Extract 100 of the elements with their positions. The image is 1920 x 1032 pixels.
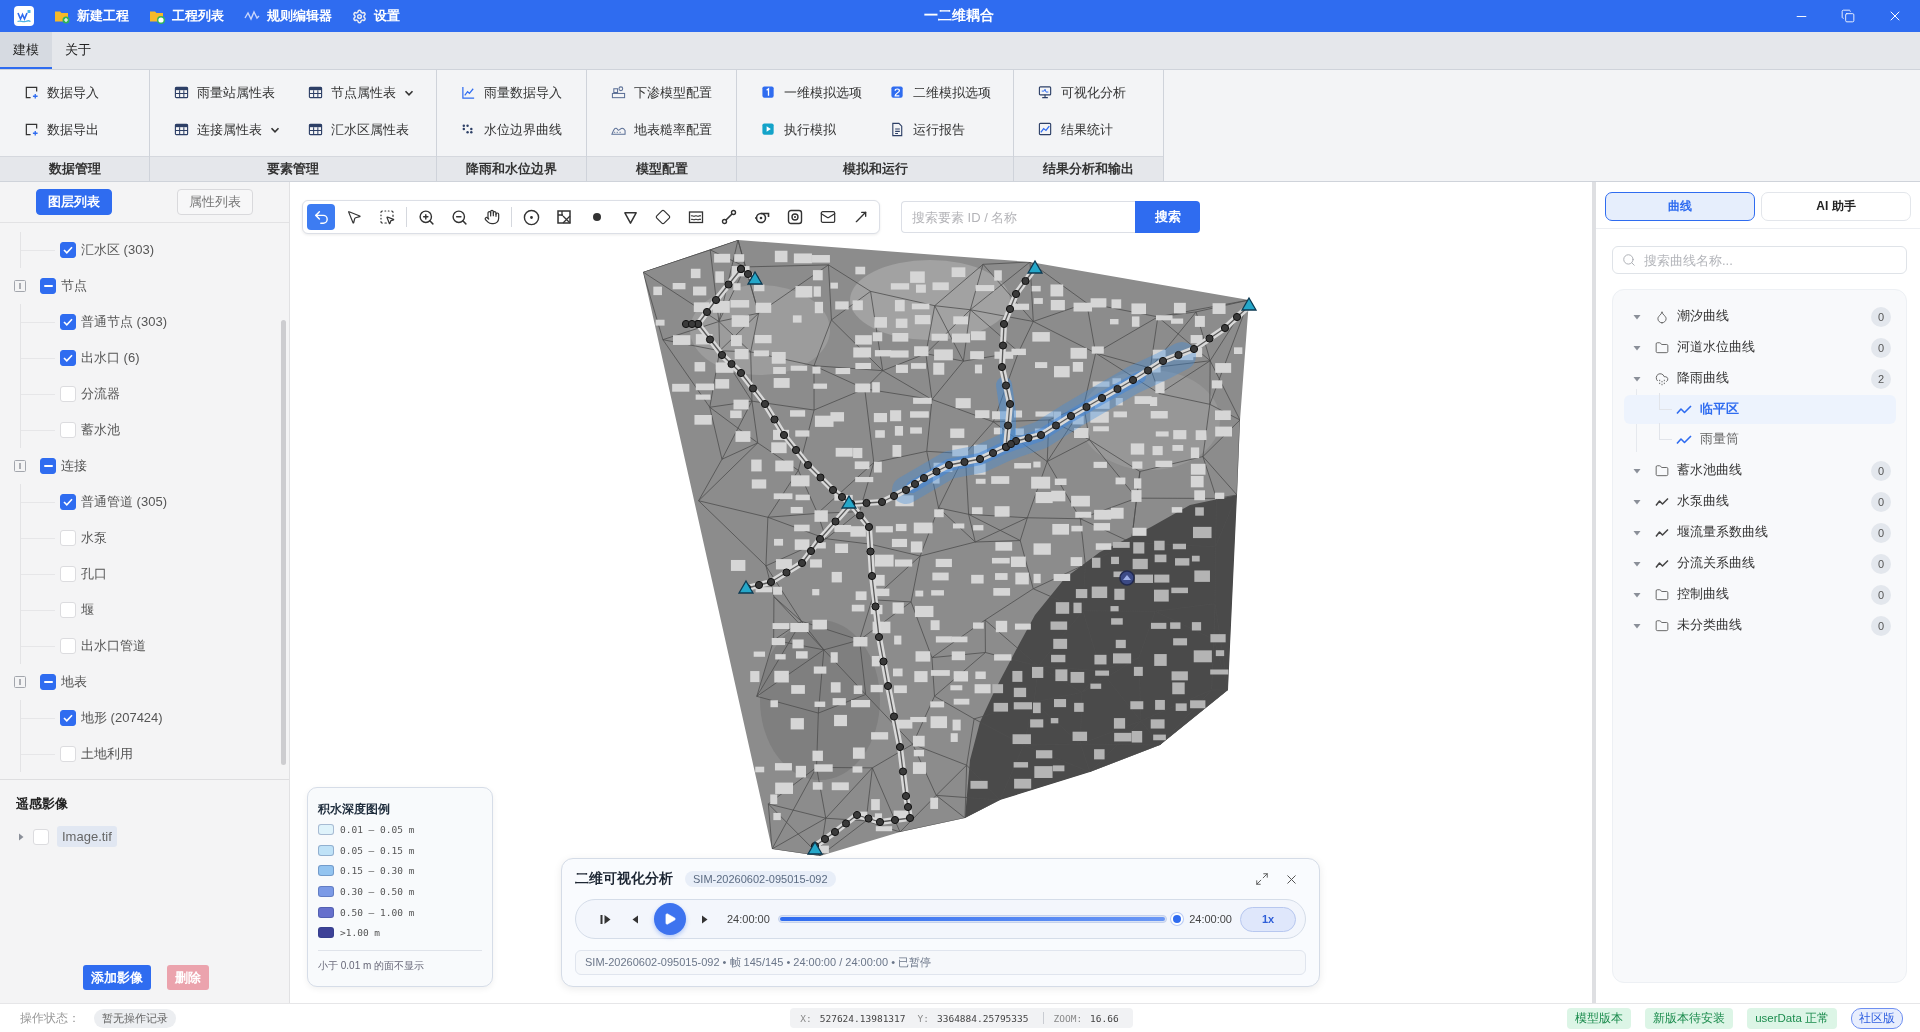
curve-category-label[interactable]: 控制曲线 <box>1677 586 1871 603</box>
caret-down-icon[interactable] <box>1633 497 1641 506</box>
caret-down-icon[interactable] <box>1633 559 1641 568</box>
bar-play-icon[interactable] <box>600 913 611 925</box>
layer-label[interactable]: 出水口管道 <box>81 637 146 655</box>
ribbon-button[interactable]: 雨量站属性表 <box>172 78 282 107</box>
caret-down-icon[interactable] <box>1633 466 1641 475</box>
ribbon-button[interactable]: 运行报告 <box>888 115 993 144</box>
folder-icon <box>1655 340 1669 355</box>
panel-tab[interactable]: 图层列表 <box>36 189 112 215</box>
checkmark-icon <box>63 498 73 506</box>
toolbar-button[interactable]: 新建工程 <box>54 3 129 29</box>
ribbon-button[interactable]: 一维模拟选项 <box>759 78 864 107</box>
checkbox[interactable] <box>60 350 76 366</box>
play-button[interactable] <box>654 903 686 935</box>
panel-tab[interactable]: 曲线 <box>1605 192 1755 221</box>
curve-count: 0 <box>1871 491 1891 512</box>
curve-category-label[interactable]: 水泵曲线 <box>1677 493 1871 510</box>
ribbon-button[interactable]: 二维模拟选项 <box>888 78 993 107</box>
expand-icon[interactable] <box>1255 872 1269 886</box>
panel-tab[interactable]: 属性列表 <box>177 189 253 215</box>
layer-label[interactable]: 汇水区 (303) <box>81 241 154 259</box>
layer-label[interactable]: 出水口 (6) <box>81 349 140 367</box>
collapse-toggle-icon[interactable] <box>14 676 26 688</box>
layer-label[interactable]: 土地利用 <box>81 745 133 763</box>
ribbon-button[interactable]: 水位边界曲线 <box>459 115 564 144</box>
collapse-toggle-icon[interactable] <box>14 460 26 472</box>
caret-down-icon[interactable] <box>1633 621 1641 630</box>
app-logo <box>14 6 34 26</box>
toolbar-button[interactable]: 规则编辑器 <box>244 3 332 29</box>
restore-icon[interactable] <box>1841 9 1855 23</box>
caret-right-icon[interactable] <box>17 832 25 841</box>
curve-item[interactable]: 雨量筒 <box>1624 425 1896 454</box>
search-icon <box>1622 253 1636 267</box>
caret-down-icon[interactable] <box>1633 528 1641 537</box>
layer-label[interactable]: 普通管道 (305) <box>81 493 167 511</box>
curve-category-label[interactable]: 降雨曲线 <box>1677 370 1871 387</box>
layer-label[interactable]: 分流器 <box>81 385 120 403</box>
image-layer-item[interactable]: Image.tif <box>57 826 117 847</box>
caret-down-icon[interactable] <box>1633 590 1641 599</box>
ribbon-button[interactable]: 结果统计 <box>1036 115 1128 144</box>
layer-group-label[interactable]: 地表 <box>61 673 87 691</box>
search-field[interactable]: 搜索曲线名称... <box>1612 246 1907 274</box>
layer-group-label[interactable]: 节点 <box>61 277 87 295</box>
droplet-icon <box>1655 309 1669 324</box>
layer-label[interactable]: 普通节点 (303) <box>81 313 167 331</box>
curve-category-label[interactable]: 堰流量系数曲线 <box>1677 524 1871 541</box>
ribbon-button[interactable]: 执行模拟 <box>759 115 864 144</box>
layer-group-label[interactable]: 连接 <box>61 457 87 475</box>
ribbon-button[interactable]: 数据导出 <box>22 115 101 144</box>
curve-category-label[interactable]: 河道水位曲线 <box>1677 339 1871 356</box>
menu-tab[interactable]: 关于 <box>52 32 104 69</box>
curve-category-label[interactable]: 未分类曲线 <box>1677 617 1871 634</box>
checkbox[interactable] <box>60 494 76 510</box>
dot-icon <box>592 212 602 222</box>
ribbon-button[interactable]: 可视化分析 <box>1036 78 1128 107</box>
curve-category-label[interactable]: 分流关系曲线 <box>1677 555 1871 572</box>
zoom-label: ZOOM: <box>1053 1012 1083 1024</box>
ribbon-button[interactable]: 连接属性表 <box>172 115 282 144</box>
ribbon-button[interactable]: 雨量数据导入 <box>459 78 564 107</box>
speed-button[interactable]: 1x <box>1240 906 1296 932</box>
ribbon-button[interactable]: 数据导入 <box>22 78 101 107</box>
checkbox[interactable] <box>40 674 56 690</box>
search-field[interactable]: 搜索要素 ID / 名称 <box>901 201 1135 233</box>
settings-icon[interactable] <box>352 8 367 24</box>
collapse-toggle-icon[interactable] <box>14 280 26 292</box>
checkbox[interactable] <box>60 242 76 258</box>
curve-category-label[interactable]: 潮汐曲线 <box>1677 308 1871 325</box>
caret-down-icon[interactable] <box>1633 374 1641 383</box>
caret-down-icon[interactable] <box>1633 343 1641 352</box>
slider-handle[interactable] <box>1171 913 1184 925</box>
envelope-icon <box>820 209 836 225</box>
curve-category-label[interactable]: 蓄水池曲线 <box>1677 462 1871 479</box>
panel-tab[interactable]: AI 助手 <box>1761 192 1911 221</box>
layer-label[interactable]: 堰 <box>81 601 94 619</box>
triangle-left-icon[interactable] <box>631 914 640 924</box>
status-tag: userData 正常 <box>1747 1007 1837 1029</box>
scrollbar-thumb[interactable] <box>281 320 286 765</box>
ribbon-button[interactable]: 汇水区属性表 <box>306 115 416 144</box>
layer-label[interactable]: 水泵 <box>81 529 107 547</box>
checkbox[interactable] <box>60 314 76 330</box>
menu-tab[interactable]: 建模 <box>0 32 52 69</box>
toolbar-button[interactable]: 设置 <box>352 3 400 29</box>
ribbon-button[interactable]: 下渗模型配置 <box>609 78 714 107</box>
caret-down-icon[interactable] <box>1633 312 1641 321</box>
layer-label[interactable]: 孔口 <box>81 565 107 583</box>
ribbon-button[interactable]: 地表糙率配置 <box>609 115 714 144</box>
checkbox[interactable] <box>60 710 76 726</box>
checkbox[interactable] <box>40 278 56 294</box>
triangle-right-icon[interactable] <box>700 914 709 924</box>
layer-label[interactable]: 蓄水池 <box>81 421 120 439</box>
checkbox[interactable] <box>40 458 56 474</box>
waves-box-icon <box>688 209 704 225</box>
ribbon-button[interactable]: 节点属性表 <box>306 78 416 107</box>
search-button[interactable]: 搜索 <box>1135 201 1200 233</box>
toolbar-button[interactable]: 工程列表 <box>149 3 224 29</box>
add-button[interactable]: 添加影像 <box>82 965 151 990</box>
diagonal-arrow-icon <box>853 209 869 225</box>
curve-item[interactable]: 临平区 <box>1624 395 1896 424</box>
layer-label[interactable]: 地形 (207424) <box>81 709 163 727</box>
